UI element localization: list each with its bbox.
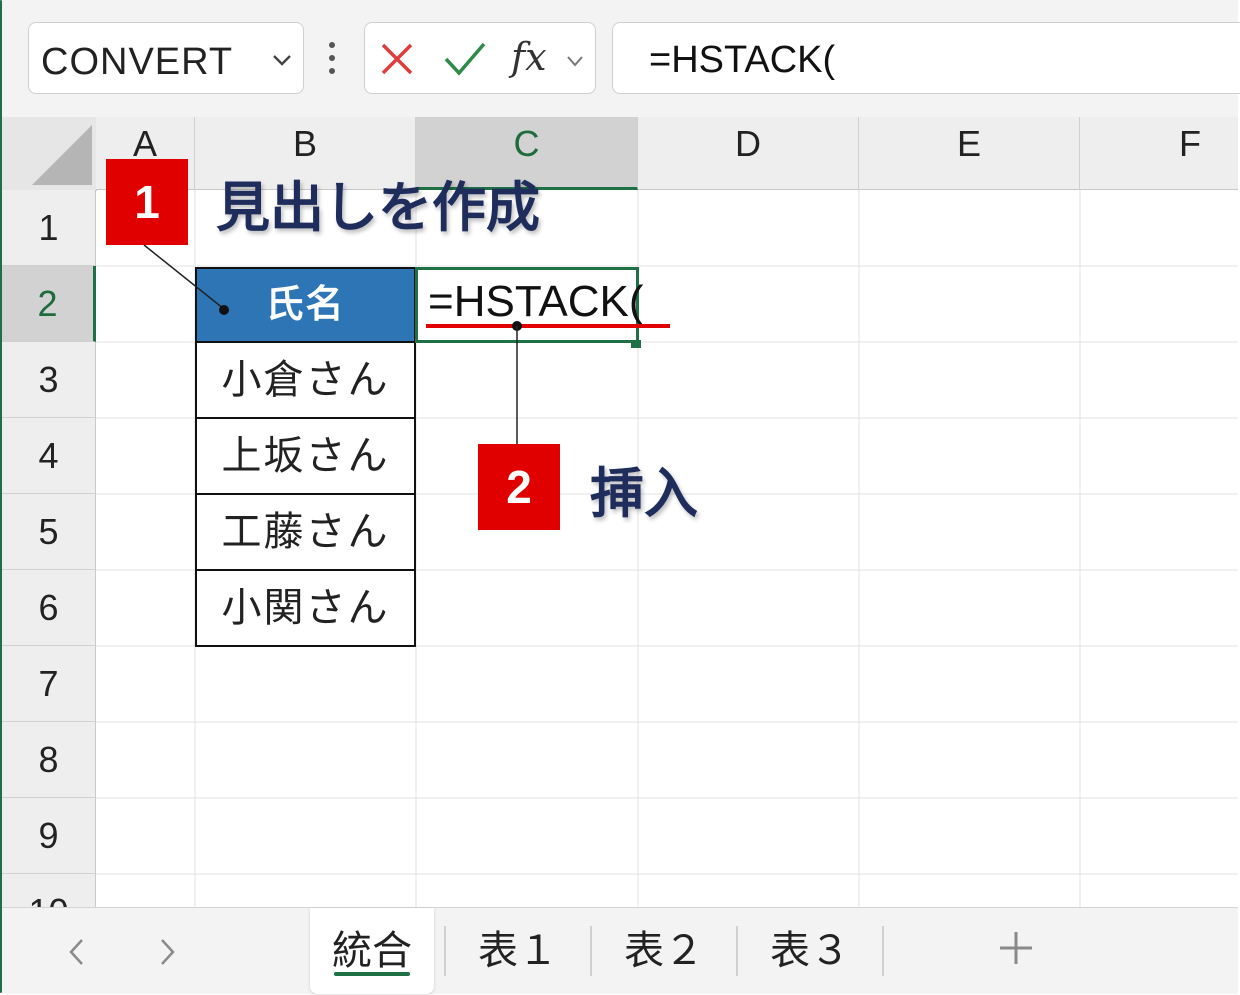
annotation-label-1: 見出しを作成 — [216, 178, 540, 238]
chevron-left-icon[interactable] — [62, 932, 92, 972]
active-tab-indicator — [334, 972, 410, 976]
column-header-e[interactable]: E — [859, 117, 1080, 190]
row-header-1[interactable]: 1 — [2, 190, 96, 266]
fill-handle[interactable] — [631, 340, 641, 348]
spreadsheet-grid: A B C D E F 1 2 3 4 5 6 7 8 9 10 氏名 小倉さん… — [2, 117, 1238, 907]
cell-formula-text: =HSTACK( — [428, 277, 644, 326]
x-icon[interactable] — [379, 41, 415, 77]
row-header-5[interactable]: 5 — [2, 494, 96, 570]
sheet-tab-table2[interactable]: 表２ — [592, 908, 736, 994]
fx-icon[interactable]: fx — [511, 35, 547, 79]
row-header-10[interactable]: 10 — [2, 874, 96, 907]
annotation-badge-2: 2 — [478, 444, 560, 530]
chevron-right-icon[interactable] — [152, 932, 182, 972]
chevron-down-icon[interactable] — [271, 49, 293, 71]
name-box-value: CONVERT — [41, 41, 234, 83]
table-row[interactable]: 小倉さん — [195, 343, 416, 419]
row-header-8[interactable]: 8 — [2, 722, 96, 798]
formula-input[interactable]: =HSTACK( — [612, 22, 1240, 94]
select-all-corner[interactable] — [2, 117, 97, 191]
row-header-9[interactable]: 9 — [2, 798, 96, 874]
select-all-icon — [32, 125, 92, 185]
sheet-tab-combined[interactable]: 統合 — [310, 908, 434, 994]
plus-icon[interactable] — [994, 926, 1038, 970]
tab-separator — [882, 926, 884, 976]
sheet-tab-bar: 統合 表１ 表２ 表３ — [2, 907, 1238, 994]
annotation-badge-1: 1 — [106, 159, 188, 245]
formula-buttons: fx — [364, 22, 596, 94]
check-icon[interactable] — [443, 39, 487, 79]
row-header-7[interactable]: 7 — [2, 646, 96, 722]
formula-bar: CONVERT fx =HSTACK( — [2, 0, 1240, 118]
sheet-tab-table3[interactable]: 表３ — [738, 908, 882, 994]
table-row[interactable]: 上坂さん — [195, 419, 416, 495]
table-row[interactable]: 小関さん — [195, 571, 416, 647]
name-box[interactable]: CONVERT — [28, 22, 304, 94]
column-header-f[interactable]: F — [1080, 117, 1238, 190]
more-options-icon[interactable] — [328, 40, 336, 76]
row-header-6[interactable]: 6 — [2, 570, 96, 646]
formula-text: =HSTACK( — [649, 39, 836, 81]
chevron-down-icon[interactable] — [565, 51, 585, 71]
row-header-4[interactable]: 4 — [2, 418, 96, 494]
row-header-2[interactable]: 2 — [2, 266, 96, 342]
table-row[interactable]: 工藤さん — [195, 495, 416, 571]
row-header-3[interactable]: 3 — [2, 342, 96, 418]
annotation-label-2: 挿入 — [590, 464, 698, 524]
table-header-name[interactable]: 氏名 — [195, 267, 416, 343]
column-header-d[interactable]: D — [638, 117, 859, 190]
sheet-tab-table1[interactable]: 表１ — [446, 908, 590, 994]
